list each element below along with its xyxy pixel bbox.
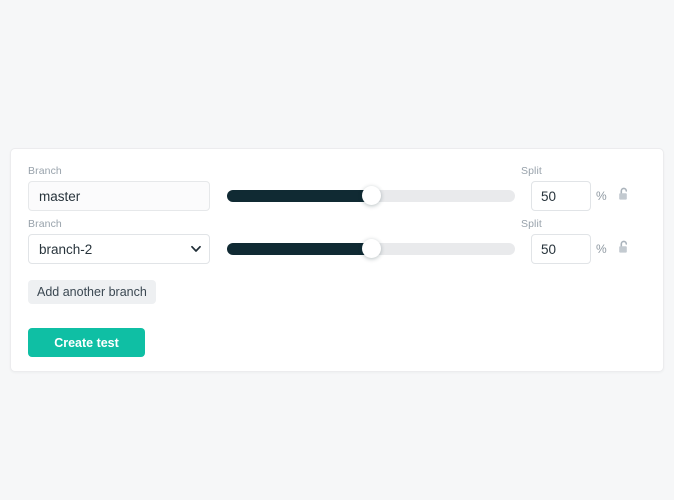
branch-name-select[interactable]: branch-2: [28, 234, 210, 264]
split-slider[interactable]: [227, 239, 515, 258]
unlock-icon[interactable]: [614, 238, 634, 258]
branch-label: Branch: [28, 218, 62, 230]
split-percentage-input[interactable]: [531, 234, 591, 264]
unlock-icon-glyph: [619, 240, 628, 253]
split-slider[interactable]: [227, 186, 515, 205]
create-test-button[interactable]: Create test: [28, 328, 145, 357]
unlock-icon-glyph: [619, 187, 628, 200]
split-label: Split: [521, 218, 542, 230]
percent-symbol: %: [596, 242, 607, 256]
branch-row: Branch Split %: [11, 165, 663, 217]
split-percentage-input[interactable]: [531, 181, 591, 211]
add-another-branch-button[interactable]: Add another branch: [28, 280, 156, 304]
branch-row: Branch branch-2 Split %: [11, 218, 663, 270]
branch-label: Branch: [28, 165, 62, 177]
slider-thumb[interactable]: [361, 239, 381, 258]
slider-thumb[interactable]: [361, 186, 381, 205]
slider-fill: [227, 243, 371, 255]
create-test-card: Branch Split % Branch branch-2: [10, 148, 664, 372]
percent-symbol: %: [596, 189, 607, 203]
slider-fill: [227, 190, 371, 202]
branch-name-input[interactable]: [28, 181, 210, 211]
unlock-icon[interactable]: [614, 185, 634, 205]
branch-select-wrapper: branch-2: [28, 234, 210, 264]
split-label: Split: [521, 165, 542, 177]
